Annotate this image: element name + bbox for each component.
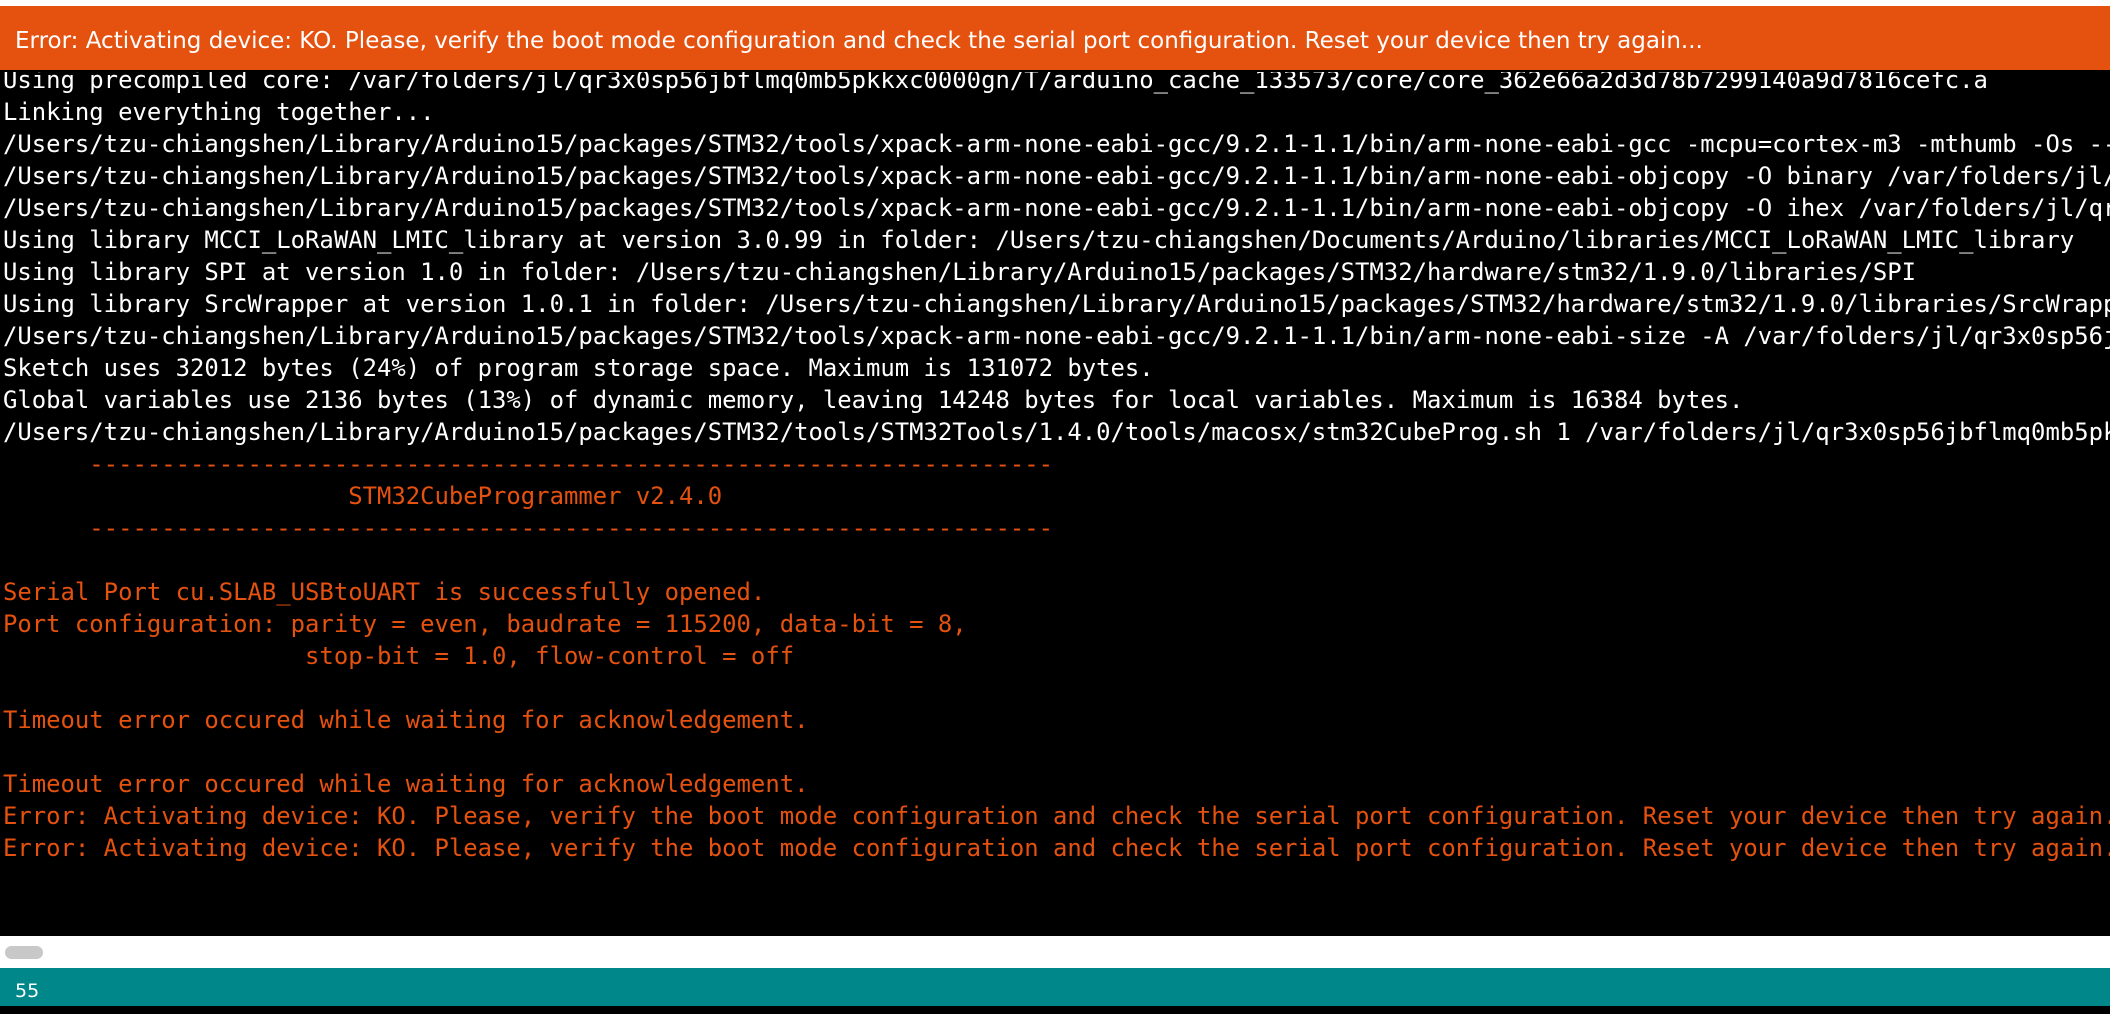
console-line: Serial Port cu.SLAB_USBtoUART is success… xyxy=(3,578,766,606)
console-line: STM32CubeProgrammer v2.4.0 xyxy=(3,482,723,510)
scrollbar-thumb[interactable] xyxy=(5,946,43,959)
console-output[interactable]: Using precompiled core: /var/folders/jl/… xyxy=(0,72,2110,936)
horizontal-scrollbar[interactable] xyxy=(0,936,2110,968)
console-line: /Users/tzu-chiangshen/Library/Arduino15/… xyxy=(3,162,2110,190)
error-message: Error: Activating device: KO. Please, ve… xyxy=(15,28,1703,54)
console-line: Linking everything together... xyxy=(3,98,435,126)
console-line: Error: Activating device: KO. Please, ve… xyxy=(3,802,2110,830)
console-line: /Users/tzu-chiangshen/Library/Arduino15/… xyxy=(3,130,2110,158)
console-line: Timeout error occured while waiting for … xyxy=(3,770,809,798)
line-number-indicator: 55 xyxy=(15,980,40,1002)
error-notification-bar: Error: Activating device: KO. Please, ve… xyxy=(0,6,2110,70)
console-line: Using library SrcWrapper at version 1.0.… xyxy=(3,290,2110,318)
console-line: Using precompiled core: /var/folders/jl/… xyxy=(3,72,1988,94)
console-line: /Users/tzu-chiangshen/Library/Arduino15/… xyxy=(3,194,2110,222)
console-line: Using library SPI at version 1.0 in fold… xyxy=(3,258,1916,286)
status-bar: 55 xyxy=(0,968,2110,1006)
console-line: Global variables use 2136 bytes (13%) of… xyxy=(3,386,1744,414)
console-line: ----------------------------------------… xyxy=(3,514,1053,542)
console-line: Using library MCCI_LoRaWAN_LMIC_library … xyxy=(3,226,2075,254)
console-line: stop-bit = 1.0, flow-control = off xyxy=(3,642,795,670)
console-line: ----------------------------------------… xyxy=(3,450,1053,478)
console-line: Error: Activating device: KO. Please, ve… xyxy=(3,834,2110,862)
console-line: Sketch uses 32012 bytes (24%) of program… xyxy=(3,354,1154,382)
console-line: Timeout error occured while waiting for … xyxy=(3,706,809,734)
console-line: /Users/tzu-chiangshen/Library/Arduino15/… xyxy=(3,418,2110,446)
console-line: Port configuration: parity = even, baudr… xyxy=(3,610,967,638)
console-line: /Users/tzu-chiangshen/Library/Arduino15/… xyxy=(3,322,2110,350)
